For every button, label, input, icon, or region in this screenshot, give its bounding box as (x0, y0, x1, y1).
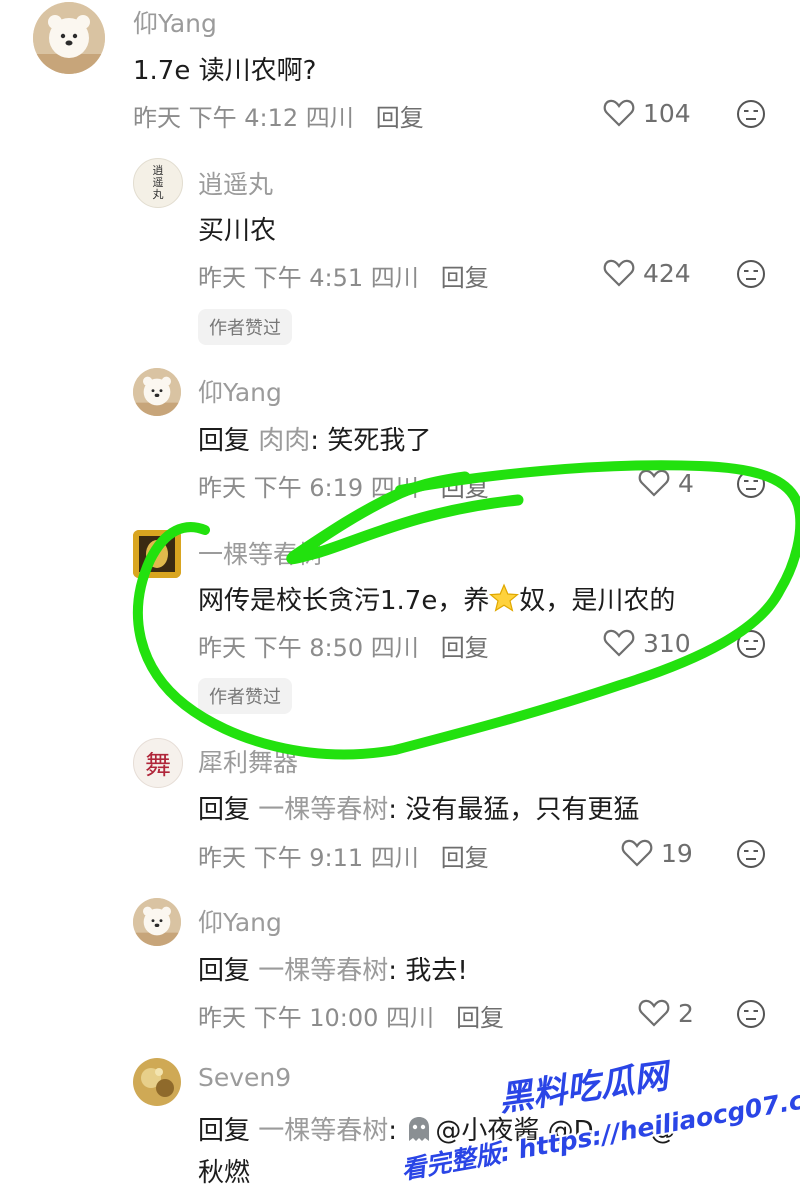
like-button[interactable]: 424 (603, 258, 691, 288)
comment-time-location: 昨天 下午 8:50 四川 (198, 634, 419, 662)
reply-body: : 没有最猛，只有更猛 (388, 795, 640, 825)
comment-username[interactable]: 犀利舞器 (198, 743, 298, 779)
emoji-reaction-icon[interactable] (736, 259, 766, 289)
dance-character-text: 舞 (144, 750, 171, 781)
author-liked-badge: 作者赞过 (198, 309, 292, 345)
heart-icon (603, 259, 635, 287)
comment-text-part: 奴，是川农的 (519, 586, 676, 616)
heart-icon (621, 839, 653, 867)
author-liked-badge: 作者赞过 (198, 678, 292, 714)
reply-button[interactable]: 回复 (441, 634, 489, 662)
comment-text: 回复 一棵等春树: 我去! (198, 950, 468, 987)
heart-icon (603, 99, 635, 127)
comment-meta: 昨天 下午 6:19 四川 回复 (198, 468, 489, 503)
reply-body: : 笑死我了 (310, 426, 432, 456)
heart-icon (638, 469, 670, 497)
like-count: 2 (678, 998, 694, 1028)
comment-username[interactable]: 仰Yang (198, 373, 282, 409)
reply-prefix: 回复 (198, 956, 251, 986)
star-emoji-icon (489, 583, 520, 620)
reply-button[interactable]: 回复 (456, 1004, 504, 1032)
emoji-reaction-icon[interactable] (736, 629, 766, 659)
comment-text: 回复 一棵等春树: 没有最猛，只有更猛 (198, 789, 639, 826)
like-count: 424 (643, 258, 691, 288)
comment-time-location: 昨天 下午 4:12 四川 (133, 104, 354, 132)
reply-body: : 我去! (388, 956, 468, 986)
reply-button[interactable]: 回复 (441, 474, 489, 502)
comment-time-location: 昨天 下午 6:19 四川 (198, 474, 419, 502)
golden-art-icon (133, 1058, 181, 1106)
comment-username[interactable]: 一棵等春树 (198, 535, 323, 571)
comment-time-location: 昨天 下午 9:11 四川 (198, 844, 419, 872)
emoji-reaction-icon[interactable] (736, 469, 766, 499)
calligraphy-avatar[interactable]: 逍遥丸 (133, 158, 183, 208)
reply-button[interactable]: 回复 (441, 844, 489, 872)
dance-character-avatar[interactable]: 舞 (133, 738, 183, 788)
bear-avatar[interactable] (133, 368, 181, 416)
reply-target-username[interactable]: 肉肉 (258, 426, 310, 456)
comment-time-location: 昨天 下午 10:00 四川 (198, 1004, 435, 1032)
emoji-reaction-icon[interactable] (736, 999, 766, 1029)
comment-username[interactable]: Seven9 (198, 1063, 291, 1092)
framed-picture-avatar[interactable] (133, 530, 181, 578)
comment-time-location: 昨天 下午 4:51 四川 (198, 264, 419, 292)
comment-meta: 昨天 下午 8:50 四川 回复 (198, 628, 489, 663)
like-button[interactable]: 104 (603, 98, 691, 128)
comment-text-part: 网传是校长贪污1.7e，养 (198, 586, 490, 616)
framed-picture-icon (133, 530, 181, 578)
reply-prefix: 回复 (198, 1116, 251, 1146)
bear-avatar[interactable] (33, 2, 105, 74)
comment-text: 回复 肉肉: 笑死我了 (198, 420, 431, 457)
like-count: 19 (661, 838, 693, 868)
like-count: 4 (678, 468, 694, 498)
heart-icon (638, 999, 670, 1027)
like-button[interactable]: 19 (621, 838, 693, 868)
reply-body: : (388, 1116, 406, 1146)
comment-text-continued: 秋燃 (198, 1158, 251, 1188)
comment-text: 买川农 (198, 216, 277, 246)
bear-avatar-icon (33, 2, 105, 74)
ghost-emoji-icon (405, 1115, 433, 1150)
comment-username[interactable]: 逍遥丸 (198, 165, 273, 201)
emoji-reaction-icon[interactable] (736, 839, 766, 869)
like-button[interactable]: 2 (638, 998, 694, 1028)
like-button[interactable]: 310 (603, 628, 691, 658)
comment-username[interactable]: 仰Yang (133, 4, 217, 40)
comment-username[interactable]: 仰Yang (198, 903, 282, 939)
bear-avatar[interactable] (133, 898, 181, 946)
reply-target-username[interactable]: 一棵等春树 (258, 1116, 388, 1146)
reply-button[interactable]: 回复 (441, 264, 489, 292)
comment-meta: 昨天 下午 4:12 四川 回复 (133, 98, 424, 133)
comment-meta: 昨天 下午 9:11 四川 回复 (198, 838, 489, 873)
reply-prefix: 回复 (198, 795, 251, 825)
bear-avatar-icon (133, 368, 181, 416)
golden-art-avatar[interactable] (133, 1058, 181, 1106)
comment-meta: 昨天 下午 4:51 四川 回复 (198, 258, 489, 293)
reply-prefix: 回复 (198, 426, 251, 456)
like-button[interactable]: 4 (638, 468, 694, 498)
comment-meta: 昨天 下午 10:00 四川 回复 (198, 998, 504, 1033)
comment-text: 1.7e 读川农啊? (133, 56, 317, 86)
comment-text: 网传是校长贪污1.7e，养 奴，是川农的 (198, 580, 675, 620)
like-count: 104 (643, 98, 691, 128)
emoji-reaction-icon[interactable] (736, 99, 766, 129)
reply-button[interactable]: 回复 (376, 104, 424, 132)
calligraphy-avatar-text: 逍遥丸 (152, 164, 164, 201)
reply-target-username[interactable]: 一棵等春树 (258, 795, 388, 825)
bear-avatar-icon (133, 898, 181, 946)
like-count: 310 (643, 628, 691, 658)
reply-target-username[interactable]: 一棵等春树 (258, 956, 388, 986)
heart-icon (603, 629, 635, 657)
